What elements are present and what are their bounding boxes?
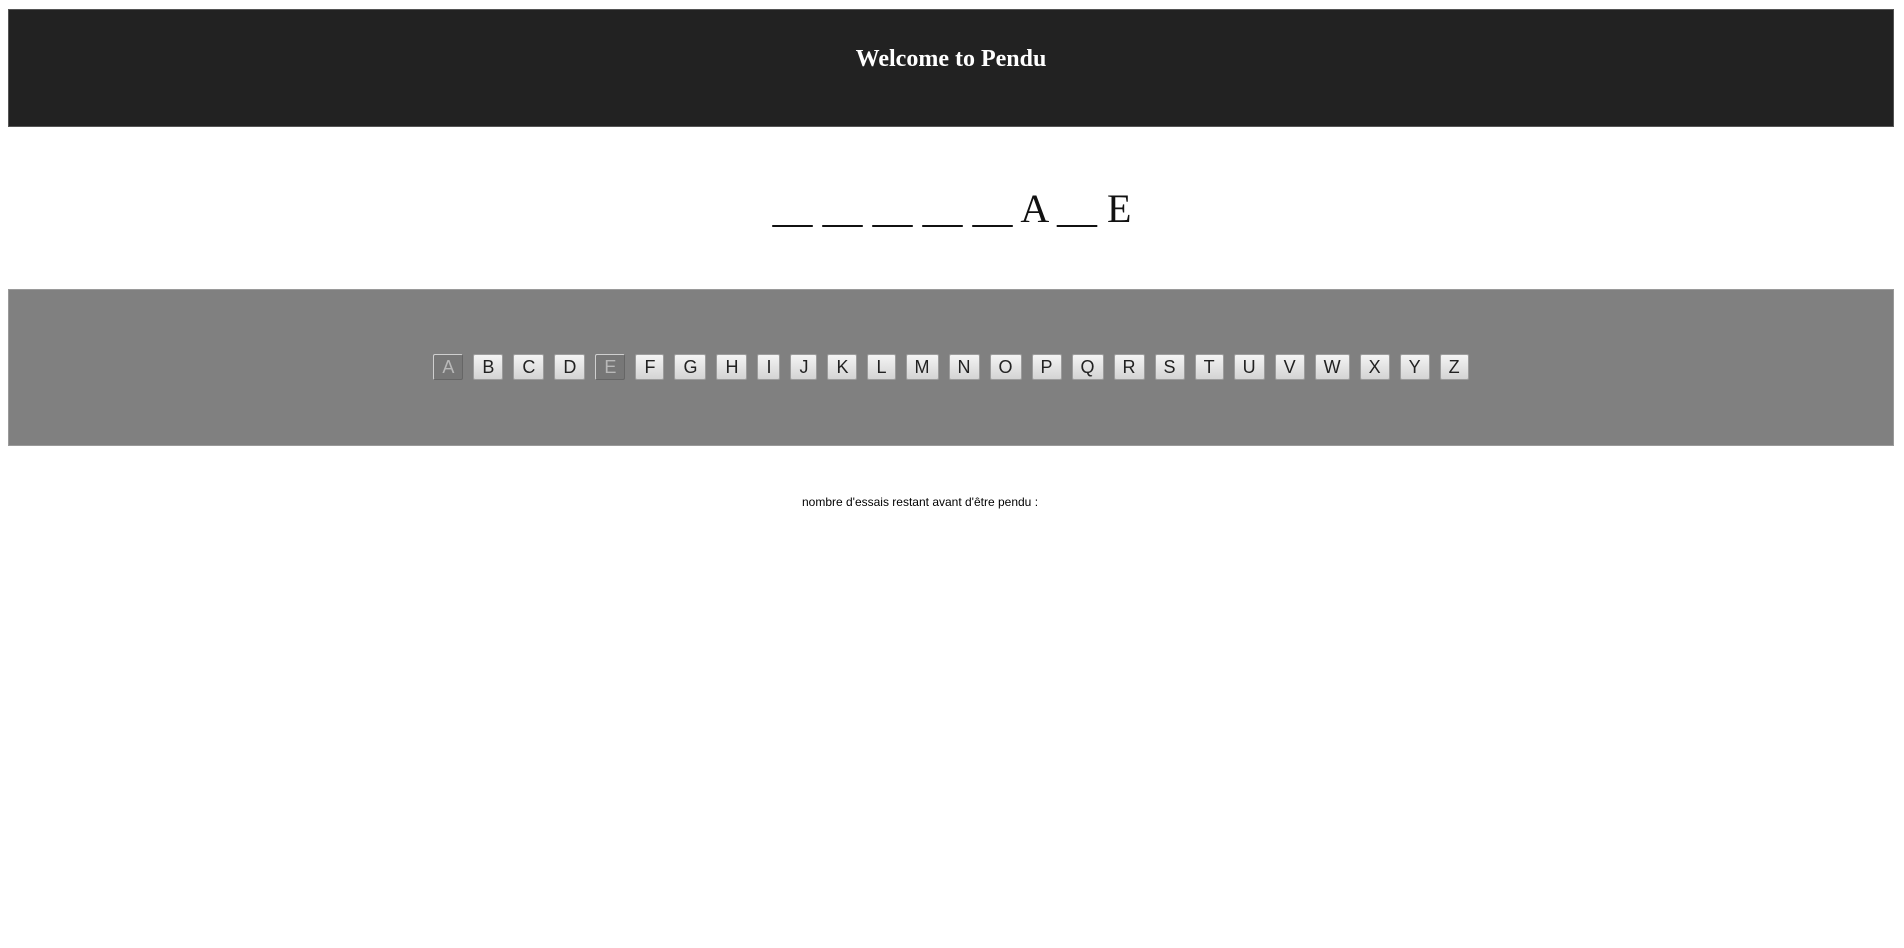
hidden-word: __ __ __ __ __ A __ E (772, 186, 1132, 231)
letter-button-a[interactable]: A (433, 354, 464, 380)
letter-button-p[interactable]: P (1031, 354, 1062, 380)
letter-button-c[interactable]: C (513, 354, 545, 380)
letter-button-e[interactable]: E (595, 354, 626, 380)
letter-button-h[interactable]: H (716, 354, 748, 380)
letter-button-l[interactable]: L (867, 354, 896, 380)
letter-button-g[interactable]: G (674, 354, 707, 380)
letter-buttons-row: ABCDEFGHIJKLMNOPQRSTUVWXYZ (9, 354, 1893, 380)
letter-button-v[interactable]: V (1274, 354, 1305, 380)
page-title: Welcome to Pendu (855, 46, 1047, 72)
letter-button-x[interactable]: X (1359, 354, 1390, 380)
letter-button-s[interactable]: S (1154, 354, 1185, 380)
remaining-tries-label: nombre d'essais restant avant d'être pen… (801, 495, 1039, 509)
letter-button-n[interactable]: N (948, 354, 980, 380)
letter-button-u[interactable]: U (1233, 354, 1265, 380)
letter-button-q[interactable]: Q (1071, 354, 1104, 380)
letter-button-m[interactable]: M (905, 354, 939, 380)
letter-button-k[interactable]: K (827, 354, 858, 380)
letter-button-w[interactable]: W (1314, 354, 1350, 380)
letter-keyboard: ABCDEFGHIJKLMNOPQRSTUVWXYZ (8, 289, 1894, 446)
letter-button-t[interactable]: T (1194, 354, 1224, 380)
letter-button-z[interactable]: Z (1439, 354, 1469, 380)
letter-button-d[interactable]: D (554, 354, 586, 380)
letter-button-y[interactable]: Y (1399, 354, 1430, 380)
page-header: Welcome to Pendu (8, 9, 1894, 127)
letter-button-f[interactable]: F (635, 354, 665, 380)
letter-button-r[interactable]: R (1113, 354, 1145, 380)
letter-button-b[interactable]: B (473, 354, 504, 380)
letter-button-o[interactable]: O (989, 354, 1022, 380)
letter-button-j[interactable]: J (790, 354, 818, 380)
letter-button-i[interactable]: I (757, 354, 781, 380)
